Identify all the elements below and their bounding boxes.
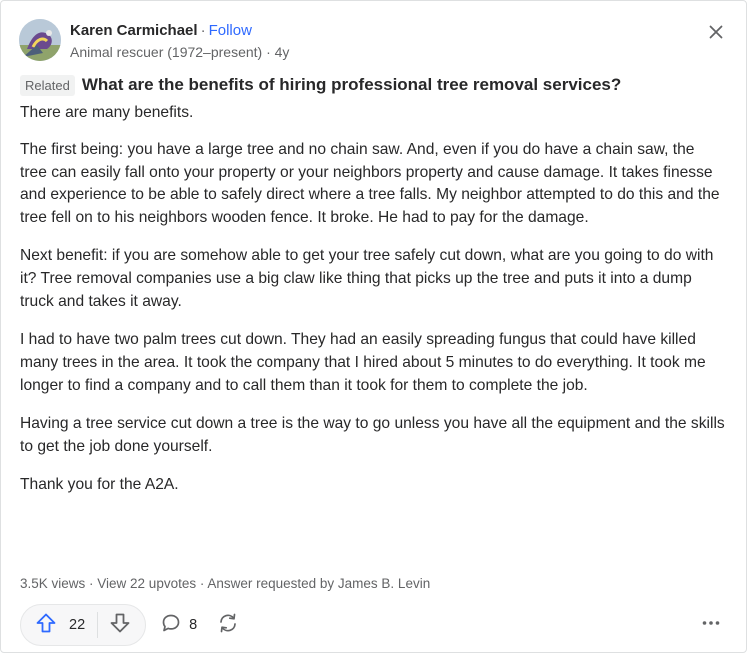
follow-button[interactable]: Follow (209, 22, 252, 39)
related-badge: Related (20, 74, 75, 96)
downvote-button[interactable] (98, 605, 145, 645)
comment-bubble-icon (160, 612, 182, 639)
answer-paragraph: Next benefit: if you are somehow able to… (20, 247, 714, 310)
vote-pill: 22 (20, 604, 147, 646)
arrow-down-icon (109, 612, 131, 639)
comment-button[interactable]: 8 (160, 612, 197, 639)
answer-card: Karen Carmichael · Follow Animal rescuer (… (0, 0, 747, 653)
answer-body: There are many benefits. The first being… (20, 102, 725, 512)
question-title[interactable]: What are the benefits of hiring professi… (82, 74, 621, 96)
upvote-count: 22 (69, 617, 86, 633)
comment-count: 8 (189, 617, 198, 633)
answer-paragraph: The first being: you have a large tree a… (20, 140, 720, 227)
share-cycle-icon (216, 611, 240, 640)
separator-dot: · (200, 22, 206, 39)
answer-header: Karen Carmichael · Follow Animal rescuer (… (19, 17, 289, 61)
arrow-up-icon (35, 612, 57, 639)
answer-paragraph: Thank you for the A2A. (20, 475, 179, 493)
answer-paragraph: Having a tree service cut down a tree is… (20, 414, 725, 455)
author-name[interactable]: Karen Carmichael (70, 22, 198, 39)
action-bar: 22 8 (20, 603, 726, 647)
upvote-button[interactable]: 22 (21, 605, 97, 645)
author-credential[interactable]: Animal rescuer (1972–present) · 4y (70, 43, 289, 61)
close-icon[interactable] (706, 22, 726, 42)
avatar-image (19, 19, 61, 61)
answer-meta[interactable]: 3.5K views · View 22 upvotes · Answer re… (20, 575, 430, 593)
author-block: Karen Carmichael · Follow Animal rescuer (… (70, 17, 289, 61)
more-horizontal-icon (700, 612, 722, 639)
avatar[interactable] (19, 19, 61, 61)
share-button[interactable] (216, 611, 240, 640)
answer-paragraph: I had to have two palm trees cut down. T… (20, 331, 706, 394)
author-line: Karen Carmichael · Follow (70, 21, 289, 41)
question-row: Related What are the benefits of hiring … (20, 74, 726, 96)
more-options-button[interactable] (700, 612, 722, 639)
answer-paragraph: There are many benefits. (20, 104, 194, 121)
